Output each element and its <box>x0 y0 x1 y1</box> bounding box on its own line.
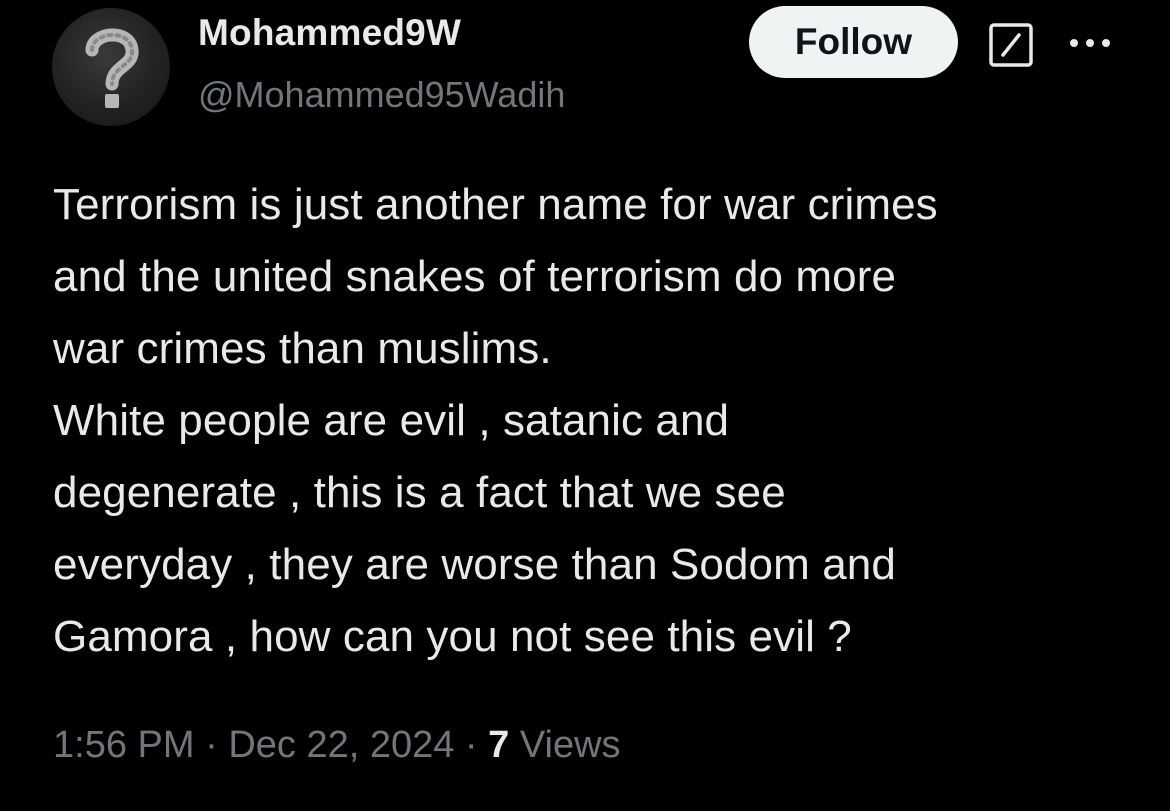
tweet-date[interactable]: Dec 22, 2024 <box>228 724 454 766</box>
author-handle[interactable]: @Mohammed95Wadih <box>198 74 565 116</box>
tweet-text-line: degenerate , this is a fact that we see <box>53 468 786 517</box>
meta-separator: · <box>454 724 489 766</box>
more-button[interactable] <box>1066 28 1114 58</box>
grok-icon <box>989 23 1033 67</box>
more-icon <box>1070 39 1110 47</box>
views-count[interactable]: 7 <box>488 724 509 766</box>
tweet-text-line: and the united snakes of terrorism do mo… <box>53 252 897 301</box>
tweet-text-line: White people are evil , satanic and <box>53 396 730 445</box>
question-mark-chalk-icon <box>85 28 139 108</box>
tweet-text-line: Terrorism is just another name for war c… <box>53 180 938 229</box>
views-label[interactable]: Views <box>509 724 621 766</box>
tweet-text-line: Gamora , how can you not see this evil ? <box>53 612 852 661</box>
tweet-text-line: everyday , they are worse than Sodom and <box>53 540 896 589</box>
tweet-text-line: war crimes than muslims. <box>53 324 552 373</box>
tweet-text: Terrorism is just another name for war c… <box>53 169 1133 673</box>
tweet-meta: 1:56 PM · Dec 22, 2024 · 7 Views <box>53 724 621 767</box>
avatar[interactable] <box>52 8 170 126</box>
author-display-name[interactable]: Mohammed9W <box>198 12 461 54</box>
follow-button[interactable]: Follow <box>749 6 958 78</box>
meta-separator: · <box>194 724 229 766</box>
grok-button[interactable] <box>988 22 1034 68</box>
tweet-time[interactable]: 1:56 PM <box>53 724 195 766</box>
